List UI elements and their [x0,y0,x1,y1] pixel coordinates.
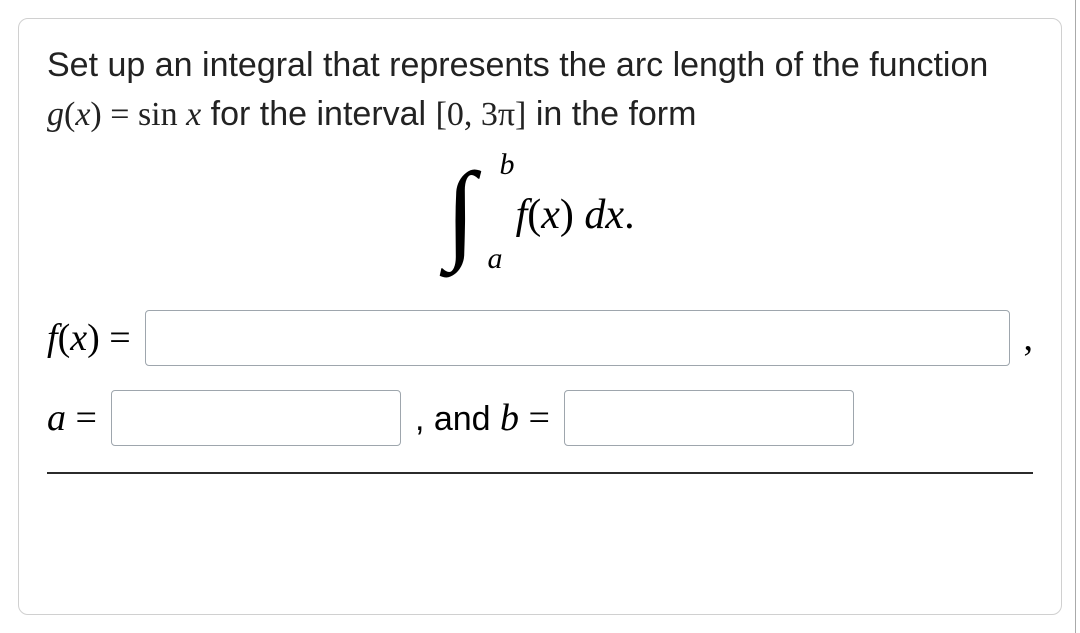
integrand-f: f [516,192,528,238]
integrand-open: ( [527,192,541,238]
sin-text: sin [138,96,178,133]
fx-trailing-comma: , [1024,316,1034,360]
sin-x: x [178,96,202,133]
integrand-dx: dx [574,192,624,238]
prompt-post: in the form [526,95,696,133]
close-paren: ) [90,96,101,133]
a-eq: = [66,397,97,439]
b-eq: = [519,397,550,439]
interval-text: [0, 3π] [436,96,527,133]
divider [47,472,1033,474]
eq-sign: = [102,96,138,133]
fx-label-eq: = [100,317,131,359]
integrand-x: x [541,192,560,238]
fx-label-x: x [70,317,87,359]
a-label: a = [47,396,97,440]
integral-lower-limit: a [487,242,502,276]
conj-and: , and b = [415,396,550,440]
g-arg: x [75,96,90,133]
open-paren: ( [64,96,75,133]
prompt-mid: for the interval [201,95,435,133]
integral-wrap: ∫ b a f(x) dx. [445,160,634,270]
g-name: g [47,96,64,133]
question-prompt: Set up an integral that represents the a… [47,41,1033,140]
page-right-border [1075,0,1076,633]
integral-display: ∫ b a f(x) dx. [47,160,1033,270]
conj-text: , and [415,400,500,438]
answer-row-fx: f(x) = , [47,310,1033,366]
question-card: Set up an integral that represents the a… [18,18,1062,615]
integral-sign-icon: ∫ [445,156,475,266]
fx-label-f: f [47,317,58,359]
integrand: f(x) dx. [516,191,635,239]
a-input[interactable] [111,390,401,446]
integrand-dot: . [624,192,635,238]
b-input[interactable] [564,390,854,446]
prompt-pre: Set up an integral that represents the a… [47,46,988,84]
integral-upper-limit: b [499,148,514,182]
answer-row-ab: a = , and b = [47,390,1033,446]
a-var: a [47,397,66,439]
fx-input[interactable] [145,310,1010,366]
b-var: b [500,397,519,439]
fx-label: f(x) = [47,316,131,360]
integrand-close: ) [560,192,574,238]
